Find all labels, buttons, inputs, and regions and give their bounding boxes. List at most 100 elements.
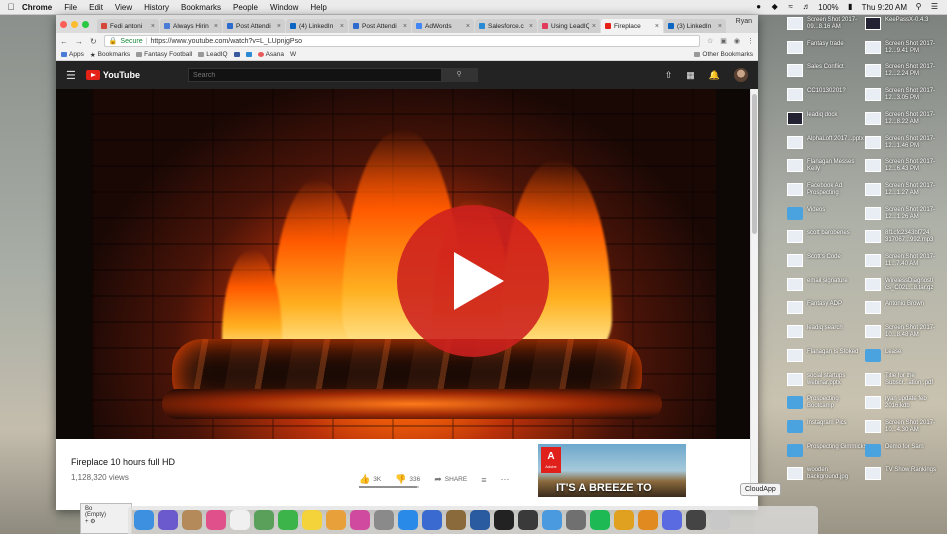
notification-center-icon[interactable]: ☰ [930, 3, 939, 11]
facetime-icon[interactable] [278, 510, 298, 530]
battery-percent[interactable]: 100% [818, 3, 838, 12]
desktop-file[interactable]: KeePassX-0.4.3 [865, 17, 945, 30]
bookmark-apps[interactable]: Apps [61, 51, 84, 58]
address-bar[interactable]: 🔒 Secure | https://www.youtube.com/watch… [103, 35, 700, 47]
desktop-file[interactable]: Antonio Brown [865, 301, 945, 315]
battery-icon[interactable]: ▮ [846, 3, 855, 11]
desktop-file[interactable]: Videos [787, 206, 867, 220]
prefs-icon[interactable] [566, 510, 586, 530]
upload-icon[interactable]: ⇧ [665, 70, 673, 81]
menu-app-name[interactable]: Chrome [22, 3, 52, 12]
menu-file[interactable]: File [64, 3, 77, 12]
like-button[interactable]: 👍 3K [359, 474, 381, 485]
desktop-file[interactable]: social startups webinar.pptx [787, 372, 867, 387]
url-text[interactable]: https://www.youtube.com/watch?v=L_LUpnjg… [150, 38, 302, 45]
browser-tab[interactable]: Always Hirin × [160, 19, 222, 33]
desktop-file[interactable]: Screen Shot 2017-12...2.24 PM [865, 64, 945, 78]
browser-tab[interactable]: Fedi antoni × [97, 19, 159, 33]
desktop-file[interactable]: Instagram Pics [787, 419, 867, 433]
desktop-file[interactable]: Screen Shot 2017-12...6.43 PM [865, 159, 945, 173]
tool-icon[interactable] [638, 510, 658, 530]
tab-close-icon[interactable]: × [592, 23, 596, 30]
desktop-file[interactable]: Screen Shot 2017-12...1.27 AM [865, 182, 945, 197]
calendar-icon[interactable] [230, 510, 250, 530]
desktop-file[interactable]: leadiq dock [787, 111, 867, 125]
desktop-file[interactable]: Title for the Subscr...ation .pdf [865, 372, 945, 387]
tab-close-icon[interactable]: × [151, 23, 155, 30]
bookmark-w[interactable]: W [290, 51, 296, 58]
desktop-file[interactable]: scott barobenes [787, 230, 867, 244]
desktop-file[interactable]: CC10130201? [787, 88, 867, 102]
menu-help[interactable]: Help [310, 3, 326, 12]
music-icon[interactable] [350, 510, 370, 530]
minimize-window-icon[interactable] [71, 20, 78, 28]
desktop-file[interactable]: Facebook Ad Prospecting [787, 182, 867, 197]
terminal-icon[interactable] [494, 510, 514, 530]
desktop-file[interactable]: Screen Shot 2017-12...3.05 PM [865, 88, 945, 102]
menu-bookmarks[interactable]: Bookmarks [181, 3, 221, 12]
tab-close-icon[interactable]: × [340, 23, 344, 30]
browser-tab[interactable]: Using LeadIQ × [538, 19, 600, 33]
browser-tab[interactable]: Post Attendi × [349, 19, 411, 33]
notifications-bell-icon[interactable]: 🔔 [709, 70, 720, 81]
tab-close-icon[interactable]: × [277, 23, 281, 30]
desktop-file[interactable]: Scott's Code [787, 254, 867, 267]
play-button[interactable] [397, 205, 549, 357]
forward-icon[interactable]: → [75, 37, 83, 46]
bookmark-leadiq[interactable]: LeadIQ [198, 51, 228, 58]
menu-people[interactable]: People [233, 3, 258, 12]
browser-tab[interactable]: Post Attendi × [223, 19, 285, 33]
youtube-search-input[interactable] [189, 71, 442, 79]
zoom-window-icon[interactable] [82, 20, 89, 28]
desktop-file[interactable]: TV Show Rankings [865, 467, 945, 481]
desktop-file[interactable]: leadiq search [787, 325, 867, 339]
desktop-file[interactable]: email signature [787, 277, 867, 291]
keynote-icon[interactable] [422, 510, 442, 530]
bookmark-fantasy-football[interactable]: Fantasy Football [136, 51, 192, 58]
desktop-file[interactable]: Sales Conflict [787, 64, 867, 78]
menu-kebab-icon[interactable]: ⋮ [747, 37, 754, 45]
menubar-clock[interactable]: Thu 9:20 AM [862, 3, 907, 12]
browser-tab[interactable]: (4) LinkedIn × [286, 19, 348, 33]
apple-menu-icon[interactable]:  [0, 2, 22, 12]
wifi-icon[interactable]: ≈ [786, 3, 795, 11]
mic-icon[interactable]: ● [754, 3, 763, 11]
desktop-file[interactable]: ryan update feb 2016.kdb [865, 396, 945, 410]
finder-icon[interactable] [134, 510, 154, 530]
mini-panel-controls[interactable]: + ⚙ [85, 518, 127, 525]
share-button[interactable]: ➦ SHARE [434, 474, 467, 485]
apps-grid-icon[interactable]: ▦ [686, 70, 695, 81]
desktop-file[interactable]: Screen Shot 2017-10...4.30 AM [865, 419, 945, 434]
desktop-file[interactable]: Screen Shot 2017-09...8.16 AM [787, 17, 867, 31]
dropbox-icon[interactable]: ◆ [770, 3, 779, 11]
photos-icon[interactable] [326, 510, 346, 530]
discord-icon[interactable] [662, 510, 682, 530]
hamburger-menu-icon[interactable]: ☰ [66, 69, 76, 82]
bookmark-ext-2[interactable] [245, 52, 252, 57]
sidebar-ad[interactable]: A Adobe IT'S A BREEZE TO [538, 444, 686, 497]
desktop-file[interactable]: AlphaLoft 2017...pptx [787, 135, 867, 149]
scrollbar-thumb[interactable] [752, 94, 757, 234]
tab-close-icon[interactable]: × [214, 23, 218, 30]
desktop-file[interactable]: Fantasy trade [787, 40, 867, 54]
desktop-file[interactable]: Flanagan Messes Kelly [787, 159, 867, 173]
spotlight-icon[interactable]: ⚲ [914, 3, 923, 11]
cloudapp-icon[interactable] [686, 510, 706, 530]
tab-close-icon[interactable]: × [403, 23, 407, 30]
more-actions-button[interactable]: ⋯ [500, 474, 509, 485]
account-avatar[interactable] [734, 68, 748, 82]
bookmark-bookmarks[interactable]: ★ Bookmarks [90, 51, 130, 59]
extension-2-icon[interactable]: ◉ [734, 37, 740, 45]
desktop-file[interactable]: Prospecting Bootcamp [787, 396, 867, 410]
browser-tab[interactable]: Fireplace × [601, 19, 663, 33]
desktop-file[interactable]: Demo for Sam [865, 443, 945, 457]
tab-close-icon[interactable]: × [466, 23, 470, 30]
browser-tab[interactable]: (3) LinkedIn × [664, 19, 726, 33]
chrome-icon[interactable] [614, 510, 634, 530]
tab-close-icon[interactable]: × [718, 23, 722, 30]
browser-tab[interactable]: AdWords × [412, 19, 474, 33]
add-to-playlist-button[interactable]: ≡ [481, 475, 486, 485]
menu-view[interactable]: View [115, 3, 132, 12]
desktop-file[interactable]: Screen Shot 2017-11...7.40 AM [865, 254, 945, 268]
tab-close-icon[interactable]: × [655, 23, 659, 30]
